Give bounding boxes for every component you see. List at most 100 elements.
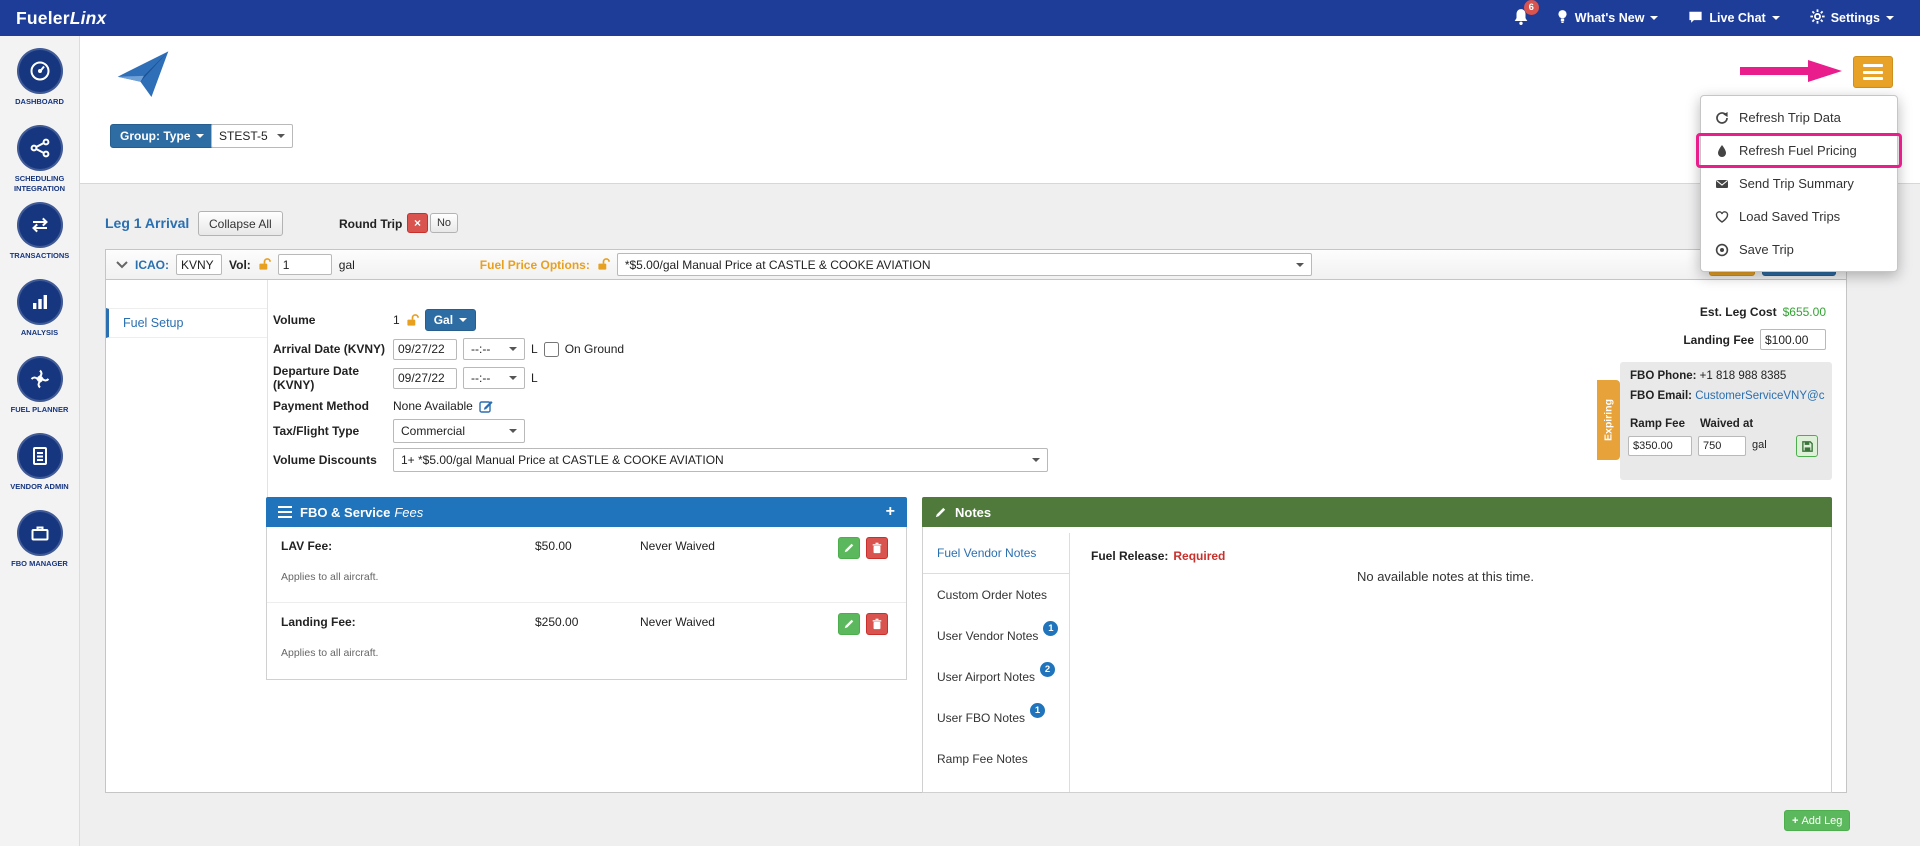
landing-fee-line: Landing Fee	[1683, 329, 1826, 350]
delete-fee-button[interactable]	[866, 613, 888, 635]
local-time-suffix: L	[531, 371, 538, 385]
edit-icon[interactable]	[479, 399, 493, 413]
live-chat-label: Live Chat	[1709, 11, 1766, 25]
annotation-arrow	[1740, 58, 1848, 87]
volume-unit-dropdown[interactable]: Gal	[424, 309, 477, 331]
caret-down-icon	[196, 134, 205, 142]
aircraft-select[interactable]: STEST-5	[211, 124, 293, 148]
fees-panel-title-italic: Fees	[394, 504, 424, 520]
edit-fee-button[interactable]	[838, 613, 860, 635]
menu-item-label: Save Trip	[1739, 242, 1794, 257]
share-nodes-icon	[16, 125, 63, 171]
add-fee-button[interactable]: +	[886, 503, 895, 521]
menu-item-label: Send Trip Summary	[1739, 176, 1854, 191]
landing-fee-input[interactable]	[1760, 329, 1826, 350]
live-chat-menu[interactable]: Live Chat	[1688, 10, 1780, 27]
unlock-icon[interactable]	[597, 258, 610, 271]
fuel-price-select-value: *$5.00/gal Manual Price at CASTLE & COOK…	[624, 257, 931, 272]
landing-fee-label: Landing Fee	[1683, 332, 1754, 347]
icao-input[interactable]	[176, 254, 222, 275]
arrival-time-select[interactable]: --:--	[463, 338, 525, 360]
sidebar-item-analysis[interactable]: ANALYSIS	[0, 279, 79, 356]
est-leg-cost-line: Est. Leg Cost $655.00	[1700, 305, 1826, 319]
volume-discounts-select[interactable]: 1+ *$5.00/gal Manual Price at CASTLE & C…	[393, 448, 1048, 472]
sidebar-item-label: TRANSACTIONS	[9, 251, 70, 260]
notification-count-badge: 6	[1523, 0, 1539, 15]
fbo-save-button[interactable]	[1796, 435, 1818, 457]
expiring-tab[interactable]: Expiring	[1597, 380, 1620, 460]
fee-row: Landing Fee: $250.00 Never Waived Applie…	[267, 603, 906, 679]
tab-custom-order-notes[interactable]: Custom Order Notes	[923, 574, 1069, 615]
notifications-button[interactable]: 6	[1512, 0, 1539, 29]
floppy-save-icon	[1801, 440, 1814, 453]
departure-time-value: --:--	[471, 371, 491, 385]
whats-new-menu[interactable]: What's New	[1556, 9, 1659, 27]
settings-gear-icon	[1810, 9, 1825, 27]
unlock-icon[interactable]	[406, 313, 419, 327]
menu-item-send-trip-summary[interactable]: Send Trip Summary	[1701, 167, 1897, 200]
sidebar-item-fuel-planner[interactable]: FUEL PLANNER	[0, 356, 79, 433]
departure-date-input[interactable]	[393, 367, 457, 389]
sidebar-item-dashboard[interactable]: DASHBOARD	[0, 48, 79, 125]
tab-fuel-vendor-notes[interactable]: Fuel Vendor Notes	[923, 533, 1069, 574]
tax-flight-type-label: Tax/Flight Type	[273, 424, 360, 438]
fbo-email-link[interactable]: CustomerServiceVNY@c	[1695, 390, 1824, 402]
arrival-date-input[interactable]	[393, 338, 457, 360]
group-type-dropdown[interactable]: Group: Type	[110, 124, 215, 148]
volume-input[interactable]	[277, 254, 332, 275]
arrival-date-row: Arrival Date (KVNY) --:-- L On Ground	[273, 337, 973, 361]
heart-icon	[1715, 210, 1729, 224]
fuel-release-label: Fuel Release:	[1091, 549, 1169, 563]
delete-fee-button[interactable]	[866, 537, 888, 559]
note-tab-label: Custom Order Notes	[937, 587, 1048, 602]
notes-empty-message: No available notes at this time.	[1356, 569, 1535, 584]
brand-logo[interactable]: FuelerLinx	[16, 8, 107, 29]
collapse-all-button[interactable]: Collapse All	[198, 211, 283, 236]
ramp-fee-input[interactable]	[1628, 436, 1692, 456]
note-tab-label: User Airport Notes	[937, 669, 1036, 684]
sidebar-item-label: DASHBOARD	[15, 97, 64, 106]
sidebar-item-vendor-admin[interactable]: VENDOR ADMIN	[0, 433, 79, 510]
menu-item-refresh-fuel-pricing[interactable]: Refresh Fuel Pricing	[1696, 133, 1902, 168]
document-icon	[16, 433, 63, 479]
trip-toolbar-band: Group: Type STEST-5	[80, 36, 1920, 184]
chevron-down-icon[interactable]	[116, 260, 128, 269]
settings-menu[interactable]: Settings	[1810, 9, 1894, 27]
volume-value: 1	[393, 313, 400, 327]
add-leg-button[interactable]: + Add Leg	[1784, 810, 1851, 831]
note-tab-label: User Vendor Notes	[937, 628, 1039, 643]
sidebar-item-scheduling-integration[interactable]: SCHEDULING INTEGRATION	[0, 125, 79, 202]
bell-icon	[1512, 8, 1530, 29]
sidebar-item-fbo-manager[interactable]: FBO MANAGER	[0, 510, 79, 587]
sidebar-item-label: FBO MANAGER	[11, 559, 68, 568]
round-trip-no-button[interactable]: No	[430, 213, 458, 233]
menu-item-label: Refresh Fuel Pricing	[1739, 143, 1857, 158]
tax-flight-type-select[interactable]: Commercial	[393, 419, 525, 443]
tab-ramp-fee-notes[interactable]: Ramp Fee Notes	[923, 738, 1069, 779]
tab-user-airport-notes[interactable]: User Airport Notes 2	[923, 656, 1069, 697]
sidebar-item-transactions[interactable]: TRANSACTIONS	[0, 202, 79, 279]
waived-at-input[interactable]	[1698, 436, 1746, 456]
menu-item-save-trip[interactable]: Save Trip	[1701, 233, 1897, 266]
fee-amount: $250.00	[535, 615, 579, 629]
menu-item-refresh-trip-data[interactable]: Refresh Trip Data	[1701, 101, 1897, 134]
fuel-price-select[interactable]: *$5.00/gal Manual Price at CASTLE & COOK…	[616, 253, 1312, 276]
note-count-badge: 1	[1043, 621, 1059, 636]
fee-waived: Never Waived	[640, 539, 715, 553]
tab-user-fbo-notes[interactable]: User FBO Notes 1	[923, 697, 1069, 738]
edit-fee-button[interactable]	[838, 537, 860, 559]
unlock-icon[interactable]	[258, 258, 271, 271]
vol-unit-label: gal	[338, 257, 355, 272]
departure-time-select[interactable]: --:--	[463, 367, 525, 389]
volume-discounts-label: Volume Discounts	[273, 453, 377, 467]
menu-item-load-saved-trips[interactable]: Load Saved Trips	[1701, 200, 1897, 233]
tab-user-vendor-notes[interactable]: User Vendor Notes 1	[923, 615, 1069, 656]
tab-fuel-setup[interactable]: Fuel Setup	[106, 308, 267, 338]
leg-actions-menu-button[interactable]	[1853, 56, 1893, 88]
fbo-phone-value: +1 818 988 8385	[1699, 370, 1787, 382]
ramp-fee-label: Ramp Fee	[1630, 418, 1685, 430]
on-ground-checkbox[interactable]	[543, 341, 559, 357]
fuelerlinx-app: FuelerLinx 6 What's New Live Chat Settin…	[0, 0, 1920, 846]
briefcase-icon	[16, 510, 63, 556]
round-trip-off-button[interactable]: ×	[407, 213, 428, 233]
